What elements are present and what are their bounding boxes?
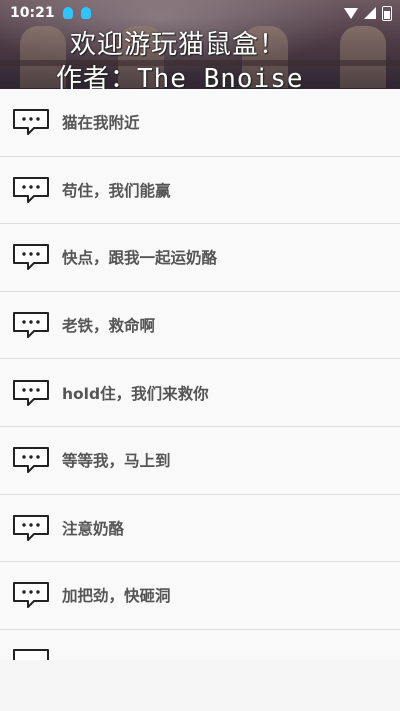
banner-title: 欢迎游玩猫鼠盒！ [70, 30, 287, 60]
list-item-label: 快点，跟我一起运奶酪 [62, 249, 218, 268]
chat-bubble-icon [13, 514, 49, 541]
chat-bubble-icon [13, 312, 49, 339]
banner-arch-decoration [340, 26, 386, 88]
header-banner: 10:21 欢迎游玩猫鼠盒！ 作者：The_Bnoise [0, 0, 400, 89]
list-item-label: 猫在我附近 [62, 114, 140, 133]
list-item[interactable]: 加把劲，快砸洞 [0, 562, 400, 630]
chat-bubble-icon [13, 176, 49, 203]
message-list: 猫在我附近 苟住，我们能赢 快点，跟我一起运奶酪 老铁，救命啊 hold住，我们… [0, 89, 400, 660]
qq-icon [62, 7, 73, 19]
status-time: 10:21 [10, 5, 55, 21]
list-item-partial[interactable] [0, 629, 400, 660]
list-item[interactable]: 苟住，我们能赢 [0, 156, 400, 225]
list-item[interactable]: 注意奶酪 [0, 494, 400, 563]
list-item-label: 老铁，救命啊 [62, 317, 156, 336]
wifi-icon [344, 7, 358, 19]
chat-bubble-icon [13, 244, 49, 271]
list-item[interactable]: 等等我，马上到 [0, 426, 400, 495]
battery-icon [382, 5, 392, 21]
list-item[interactable]: 老铁，救命啊 [0, 291, 400, 360]
signal-icon [364, 7, 376, 19]
chat-bubble-icon [13, 109, 49, 136]
list-item[interactable]: 猫在我附近 [0, 89, 400, 157]
chat-bubble-icon [13, 447, 49, 474]
chat-bubble-icon [13, 648, 49, 660]
list-item-label: 苟住，我们能赢 [62, 181, 171, 200]
status-bar: 10:21 [0, 0, 400, 26]
list-item[interactable]: hold住，我们来救你 [0, 359, 400, 427]
list-item-label: 加把劲，快砸洞 [62, 587, 171, 606]
chat-bubble-icon [13, 582, 49, 609]
list-item[interactable]: 快点，跟我一起运奶酪 [0, 224, 400, 292]
qq-icon [80, 7, 91, 19]
list-item-label: 等等我，马上到 [62, 452, 171, 471]
banner-author: 作者：The_Bnoise [56, 64, 304, 89]
chat-bubble-icon [13, 379, 49, 406]
list-item-label: hold住，我们来救你 [62, 384, 209, 403]
list-item-label: 注意奶酪 [62, 519, 125, 538]
